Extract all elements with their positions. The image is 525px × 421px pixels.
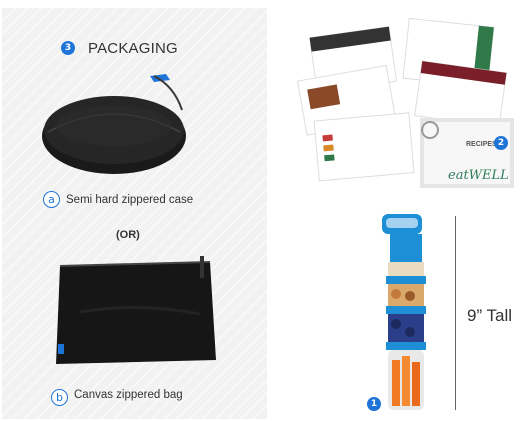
eatwell-logo: eatWELL — [448, 168, 509, 183]
option-b-icon: b — [51, 389, 68, 406]
option-b-caption: Canvas zippered bag — [74, 389, 183, 401]
cards-badge: 2 — [494, 136, 508, 150]
canvas-bag-image — [56, 256, 216, 364]
stacking-jars-image — [382, 214, 426, 410]
jars-badge: 1 — [367, 397, 381, 411]
packaging-heading: PACKAGING — [88, 40, 178, 57]
recipe-cards-image — [296, 17, 514, 188]
step-badge: 3 — [61, 41, 75, 55]
option-a-icon: a — [43, 191, 60, 208]
cards-label: RECIPES — [466, 141, 497, 148]
height-indicator-line — [455, 216, 456, 410]
or-label: (OR) — [116, 229, 140, 241]
option-a-caption: Semi hard zippered case — [66, 194, 194, 206]
jar-height-label: 9” Tall — [467, 306, 513, 325]
semi-hard-case-image — [42, 74, 186, 174]
